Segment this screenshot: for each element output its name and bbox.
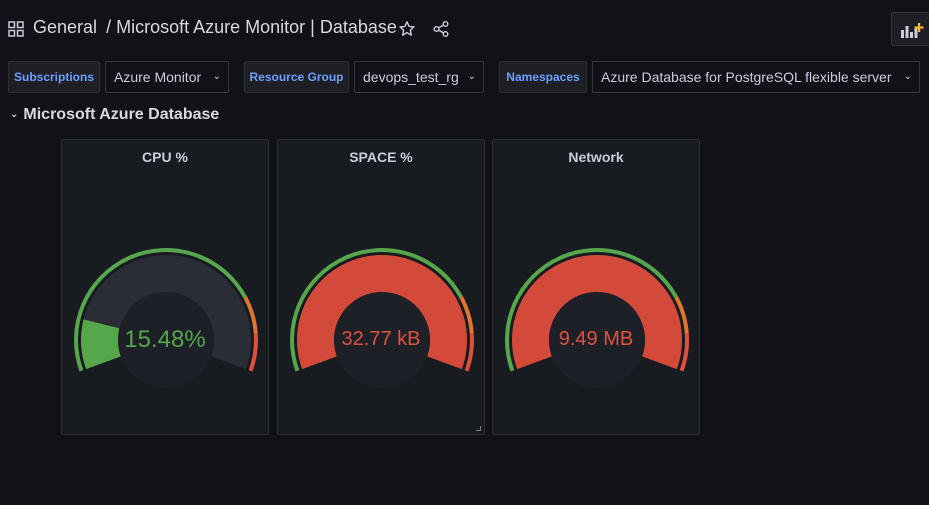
resize-handle[interactable] bbox=[476, 426, 481, 431]
namespaces-select-value: Azure Database for PostgreSQL flexible s… bbox=[601, 69, 892, 85]
subscriptions-select-value: Azure Monitor bbox=[114, 69, 202, 85]
apps-grid-icon[interactable] bbox=[8, 21, 24, 37]
gauge-value: 15.48% bbox=[124, 326, 206, 353]
gauge-panel-network[interactable]: Network 9.49 MB bbox=[492, 139, 700, 435]
namespaces-select[interactable]: Azure Database for PostgreSQL flexible s… bbox=[592, 61, 920, 93]
gauge-chart bbox=[73, 247, 258, 388]
dashboard-title[interactable]: Microsoft Azure Monitor | Database bbox=[116, 17, 397, 37]
chevron-down-icon: ⌄ bbox=[212, 71, 221, 82]
row-title: Microsoft Azure Database bbox=[23, 106, 220, 123]
gauge-value: 9.49 MB bbox=[558, 328, 634, 350]
chevron-down-icon: ⌄ bbox=[903, 71, 912, 82]
variable-label-subscriptions: Subscriptions bbox=[8, 61, 100, 93]
row-header[interactable]: ⌄ Microsoft Azure Database bbox=[10, 106, 219, 124]
gauge-value: 32.77 kB bbox=[341, 328, 421, 350]
breadcrumb: General / Microsoft Azure Monitor | Data… bbox=[33, 17, 397, 38]
chevron-down-icon: ⌄ bbox=[10, 109, 19, 120]
star-icon[interactable] bbox=[398, 20, 416, 38]
resource-group-select[interactable]: devops_test_rg ⌄ bbox=[354, 61, 484, 93]
gauge-chart bbox=[505, 247, 689, 388]
share-icon[interactable] bbox=[432, 20, 450, 38]
chevron-down-icon: ⌄ bbox=[467, 71, 476, 82]
gauge-chart bbox=[290, 247, 474, 388]
variable-label-resource-group: Resource Group bbox=[244, 61, 349, 93]
add-panel-button[interactable] bbox=[891, 12, 929, 46]
variable-label-namespaces: Namespaces bbox=[499, 61, 587, 93]
top-navbar: General / Microsoft Azure Monitor | Data… bbox=[0, 0, 929, 58]
gauge-panel-space[interactable]: SPACE % 32.77 kB bbox=[277, 139, 485, 435]
breadcrumb-separator: / bbox=[106, 17, 112, 37]
resource-group-select-value: devops_test_rg bbox=[363, 69, 459, 85]
gauge-panel-cpu[interactable]: CPU % 15.48% bbox=[61, 139, 269, 435]
subscriptions-select[interactable]: Azure Monitor ⌄ bbox=[105, 61, 229, 93]
breadcrumb-folder-link[interactable]: General bbox=[33, 17, 97, 37]
add-panel-icon bbox=[901, 23, 924, 38]
